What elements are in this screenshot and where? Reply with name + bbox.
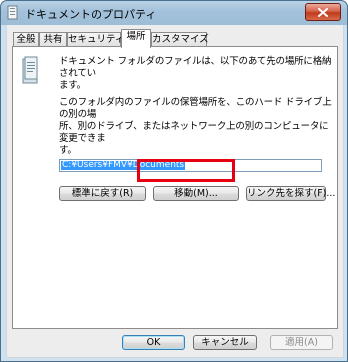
ok-button[interactable]: OK	[122, 335, 185, 350]
properties-window: ドキュメントのプロパティ 全般 共有 セキュリティ 場所 カスタマイズ ドキュメ…	[0, 0, 348, 362]
tab-location[interactable]: 場所	[121, 29, 151, 48]
description-line: ます。	[59, 80, 86, 91]
folder-properties-icon	[7, 5, 18, 20]
description-line: 所、別のドライブ、またはネットワーク上の別のコンピュータに変更できま	[59, 121, 329, 144]
find-target-button[interactable]: リンク先を探す(F)...	[246, 186, 335, 201]
tab-security[interactable]: セキュリティ	[67, 32, 124, 46]
apply-button[interactable]: 適用(A)	[270, 335, 333, 350]
close-button[interactable]	[305, 3, 341, 21]
move-button[interactable]: 移動(M)...	[153, 186, 239, 201]
move-button-highlight-frame	[137, 159, 235, 182]
tab-customize[interactable]: カスタマイズ	[151, 32, 209, 46]
description-line: ドキュメント フォルダのファイルは、以下のあて先の場所に格納されてい	[59, 56, 332, 79]
location-description-2: このフォルダ内のファイルの保管場所を、このハード ドライブ上の別の場 所、別のド…	[59, 97, 337, 157]
location-tab-panel: ドキュメント フォルダのファイルは、以下のあて先の場所に格納されてい ます。 こ…	[12, 46, 338, 329]
location-description-1: ドキュメント フォルダのファイルは、以下のあて先の場所に格納されてい ます。	[59, 56, 337, 92]
title-bar[interactable]: ドキュメントのプロパティ	[1, 1, 347, 25]
dialog-client-area: 全般 共有 セキュリティ 場所 カスタマイズ ドキュメント フォルダのファイルは…	[6, 25, 344, 358]
description-line: す。	[59, 145, 77, 156]
cancel-button[interactable]: キャンセル	[193, 335, 257, 350]
documents-folder-icon	[22, 56, 38, 84]
restore-default-button[interactable]: 標準に戻す(R)	[59, 186, 146, 201]
close-icon	[318, 7, 328, 17]
description-line: このフォルダ内のファイルの保管場所を、このハード ドライブ上の別の場	[59, 97, 332, 120]
tab-sharing[interactable]: 共有	[39, 32, 67, 46]
tab-general[interactable]: 全般	[13, 32, 39, 46]
window-title: ドキュメントのプロパティ	[25, 8, 157, 21]
